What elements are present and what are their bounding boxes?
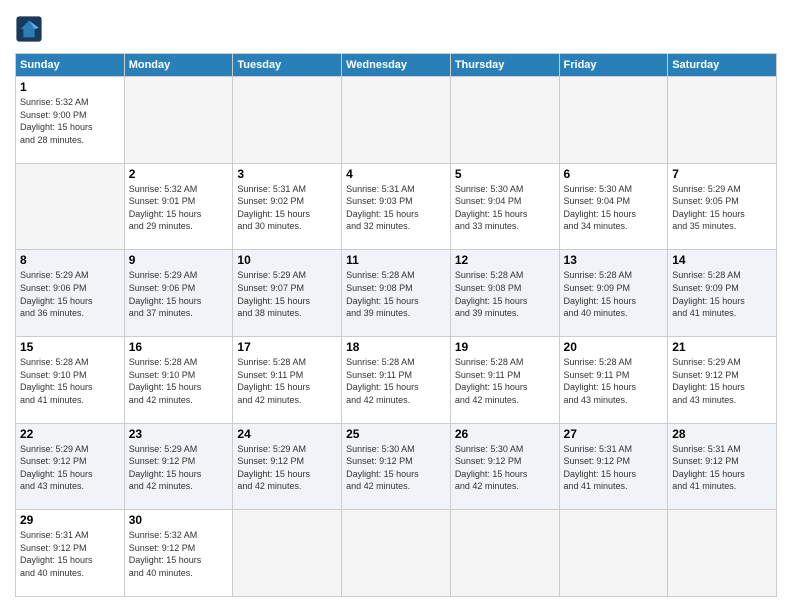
day-number: 13 xyxy=(564,253,664,267)
week-row-0: 1Sunrise: 5:32 AMSunset: 9:00 PMDaylight… xyxy=(16,77,777,164)
table-row: 6Sunrise: 5:30 AMSunset: 9:04 PMDaylight… xyxy=(559,163,668,250)
table-row xyxy=(668,510,777,597)
logo xyxy=(15,15,47,43)
table-row: 5Sunrise: 5:30 AMSunset: 9:04 PMDaylight… xyxy=(450,163,559,250)
week-row-3: 15Sunrise: 5:28 AMSunset: 9:10 PMDayligh… xyxy=(16,336,777,423)
header-row: SundayMondayTuesdayWednesdayThursdayFrid… xyxy=(16,54,777,77)
day-number: 12 xyxy=(455,253,555,267)
table-row: 18Sunrise: 5:28 AMSunset: 9:11 PMDayligh… xyxy=(342,336,451,423)
week-row-5: 29Sunrise: 5:31 AMSunset: 9:12 PMDayligh… xyxy=(16,510,777,597)
table-row: 22Sunrise: 5:29 AMSunset: 9:12 PMDayligh… xyxy=(16,423,125,510)
table-row: 3Sunrise: 5:31 AMSunset: 9:02 PMDaylight… xyxy=(233,163,342,250)
header-friday: Friday xyxy=(559,54,668,77)
table-row: 9Sunrise: 5:29 AMSunset: 9:06 PMDaylight… xyxy=(124,250,233,337)
day-number: 7 xyxy=(672,167,772,181)
table-row xyxy=(233,77,342,164)
header-monday: Monday xyxy=(124,54,233,77)
calendar: SundayMondayTuesdayWednesdayThursdayFrid… xyxy=(15,53,777,597)
day-number: 16 xyxy=(129,340,229,354)
table-row: 10Sunrise: 5:29 AMSunset: 9:07 PMDayligh… xyxy=(233,250,342,337)
table-row xyxy=(559,510,668,597)
table-row: 24Sunrise: 5:29 AMSunset: 9:12 PMDayligh… xyxy=(233,423,342,510)
day-number: 26 xyxy=(455,427,555,441)
day-number: 3 xyxy=(237,167,337,181)
day-number: 17 xyxy=(237,340,337,354)
table-row xyxy=(16,163,125,250)
table-row: 23Sunrise: 5:29 AMSunset: 9:12 PMDayligh… xyxy=(124,423,233,510)
table-row: 21Sunrise: 5:29 AMSunset: 9:12 PMDayligh… xyxy=(668,336,777,423)
table-row: 7Sunrise: 5:29 AMSunset: 9:05 PMDaylight… xyxy=(668,163,777,250)
table-row: 26Sunrise: 5:30 AMSunset: 9:12 PMDayligh… xyxy=(450,423,559,510)
day-number: 20 xyxy=(564,340,664,354)
table-row: 20Sunrise: 5:28 AMSunset: 9:11 PMDayligh… xyxy=(559,336,668,423)
header-sunday: Sunday xyxy=(16,54,125,77)
week-row-2: 8Sunrise: 5:29 AMSunset: 9:06 PMDaylight… xyxy=(16,250,777,337)
header-wednesday: Wednesday xyxy=(342,54,451,77)
table-row: 19Sunrise: 5:28 AMSunset: 9:11 PMDayligh… xyxy=(450,336,559,423)
logo-icon xyxy=(15,15,43,43)
day-number: 9 xyxy=(129,253,229,267)
day-number: 29 xyxy=(20,513,120,527)
day-number: 23 xyxy=(129,427,229,441)
table-row xyxy=(450,510,559,597)
table-row: 2Sunrise: 5:32 AMSunset: 9:01 PMDaylight… xyxy=(124,163,233,250)
day-number: 6 xyxy=(564,167,664,181)
table-row: 14Sunrise: 5:28 AMSunset: 9:09 PMDayligh… xyxy=(668,250,777,337)
day-number: 28 xyxy=(672,427,772,441)
day-number: 1 xyxy=(20,80,120,94)
table-row: 28Sunrise: 5:31 AMSunset: 9:12 PMDayligh… xyxy=(668,423,777,510)
day-number: 8 xyxy=(20,253,120,267)
day-number: 24 xyxy=(237,427,337,441)
day-number: 30 xyxy=(129,513,229,527)
table-row xyxy=(124,77,233,164)
table-row: 12Sunrise: 5:28 AMSunset: 9:08 PMDayligh… xyxy=(450,250,559,337)
header-saturday: Saturday xyxy=(668,54,777,77)
table-row: 25Sunrise: 5:30 AMSunset: 9:12 PMDayligh… xyxy=(342,423,451,510)
table-row xyxy=(233,510,342,597)
day-number: 2 xyxy=(129,167,229,181)
header-thursday: Thursday xyxy=(450,54,559,77)
table-row: 15Sunrise: 5:28 AMSunset: 9:10 PMDayligh… xyxy=(16,336,125,423)
table-row: 13Sunrise: 5:28 AMSunset: 9:09 PMDayligh… xyxy=(559,250,668,337)
day-number: 21 xyxy=(672,340,772,354)
table-row: 17Sunrise: 5:28 AMSunset: 9:11 PMDayligh… xyxy=(233,336,342,423)
day-number: 10 xyxy=(237,253,337,267)
table-row: 11Sunrise: 5:28 AMSunset: 9:08 PMDayligh… xyxy=(342,250,451,337)
day-number: 14 xyxy=(672,253,772,267)
table-row: 8Sunrise: 5:29 AMSunset: 9:06 PMDaylight… xyxy=(16,250,125,337)
table-row: 16Sunrise: 5:28 AMSunset: 9:10 PMDayligh… xyxy=(124,336,233,423)
day-number: 5 xyxy=(455,167,555,181)
day-number: 4 xyxy=(346,167,446,181)
day-number: 25 xyxy=(346,427,446,441)
table-row: 4Sunrise: 5:31 AMSunset: 9:03 PMDaylight… xyxy=(342,163,451,250)
table-row xyxy=(450,77,559,164)
day-number: 27 xyxy=(564,427,664,441)
table-row: 27Sunrise: 5:31 AMSunset: 9:12 PMDayligh… xyxy=(559,423,668,510)
day-number: 11 xyxy=(346,253,446,267)
day-number: 18 xyxy=(346,340,446,354)
table-row: 30Sunrise: 5:32 AMSunset: 9:12 PMDayligh… xyxy=(124,510,233,597)
table-row xyxy=(342,77,451,164)
table-row: 29Sunrise: 5:31 AMSunset: 9:12 PMDayligh… xyxy=(16,510,125,597)
table-row xyxy=(342,510,451,597)
header-tuesday: Tuesday xyxy=(233,54,342,77)
week-row-1: 2Sunrise: 5:32 AMSunset: 9:01 PMDaylight… xyxy=(16,163,777,250)
day-number: 22 xyxy=(20,427,120,441)
day-number: 15 xyxy=(20,340,120,354)
table-row: 1Sunrise: 5:32 AMSunset: 9:00 PMDaylight… xyxy=(16,77,125,164)
week-row-4: 22Sunrise: 5:29 AMSunset: 9:12 PMDayligh… xyxy=(16,423,777,510)
day-number: 19 xyxy=(455,340,555,354)
table-row xyxy=(559,77,668,164)
table-row xyxy=(668,77,777,164)
